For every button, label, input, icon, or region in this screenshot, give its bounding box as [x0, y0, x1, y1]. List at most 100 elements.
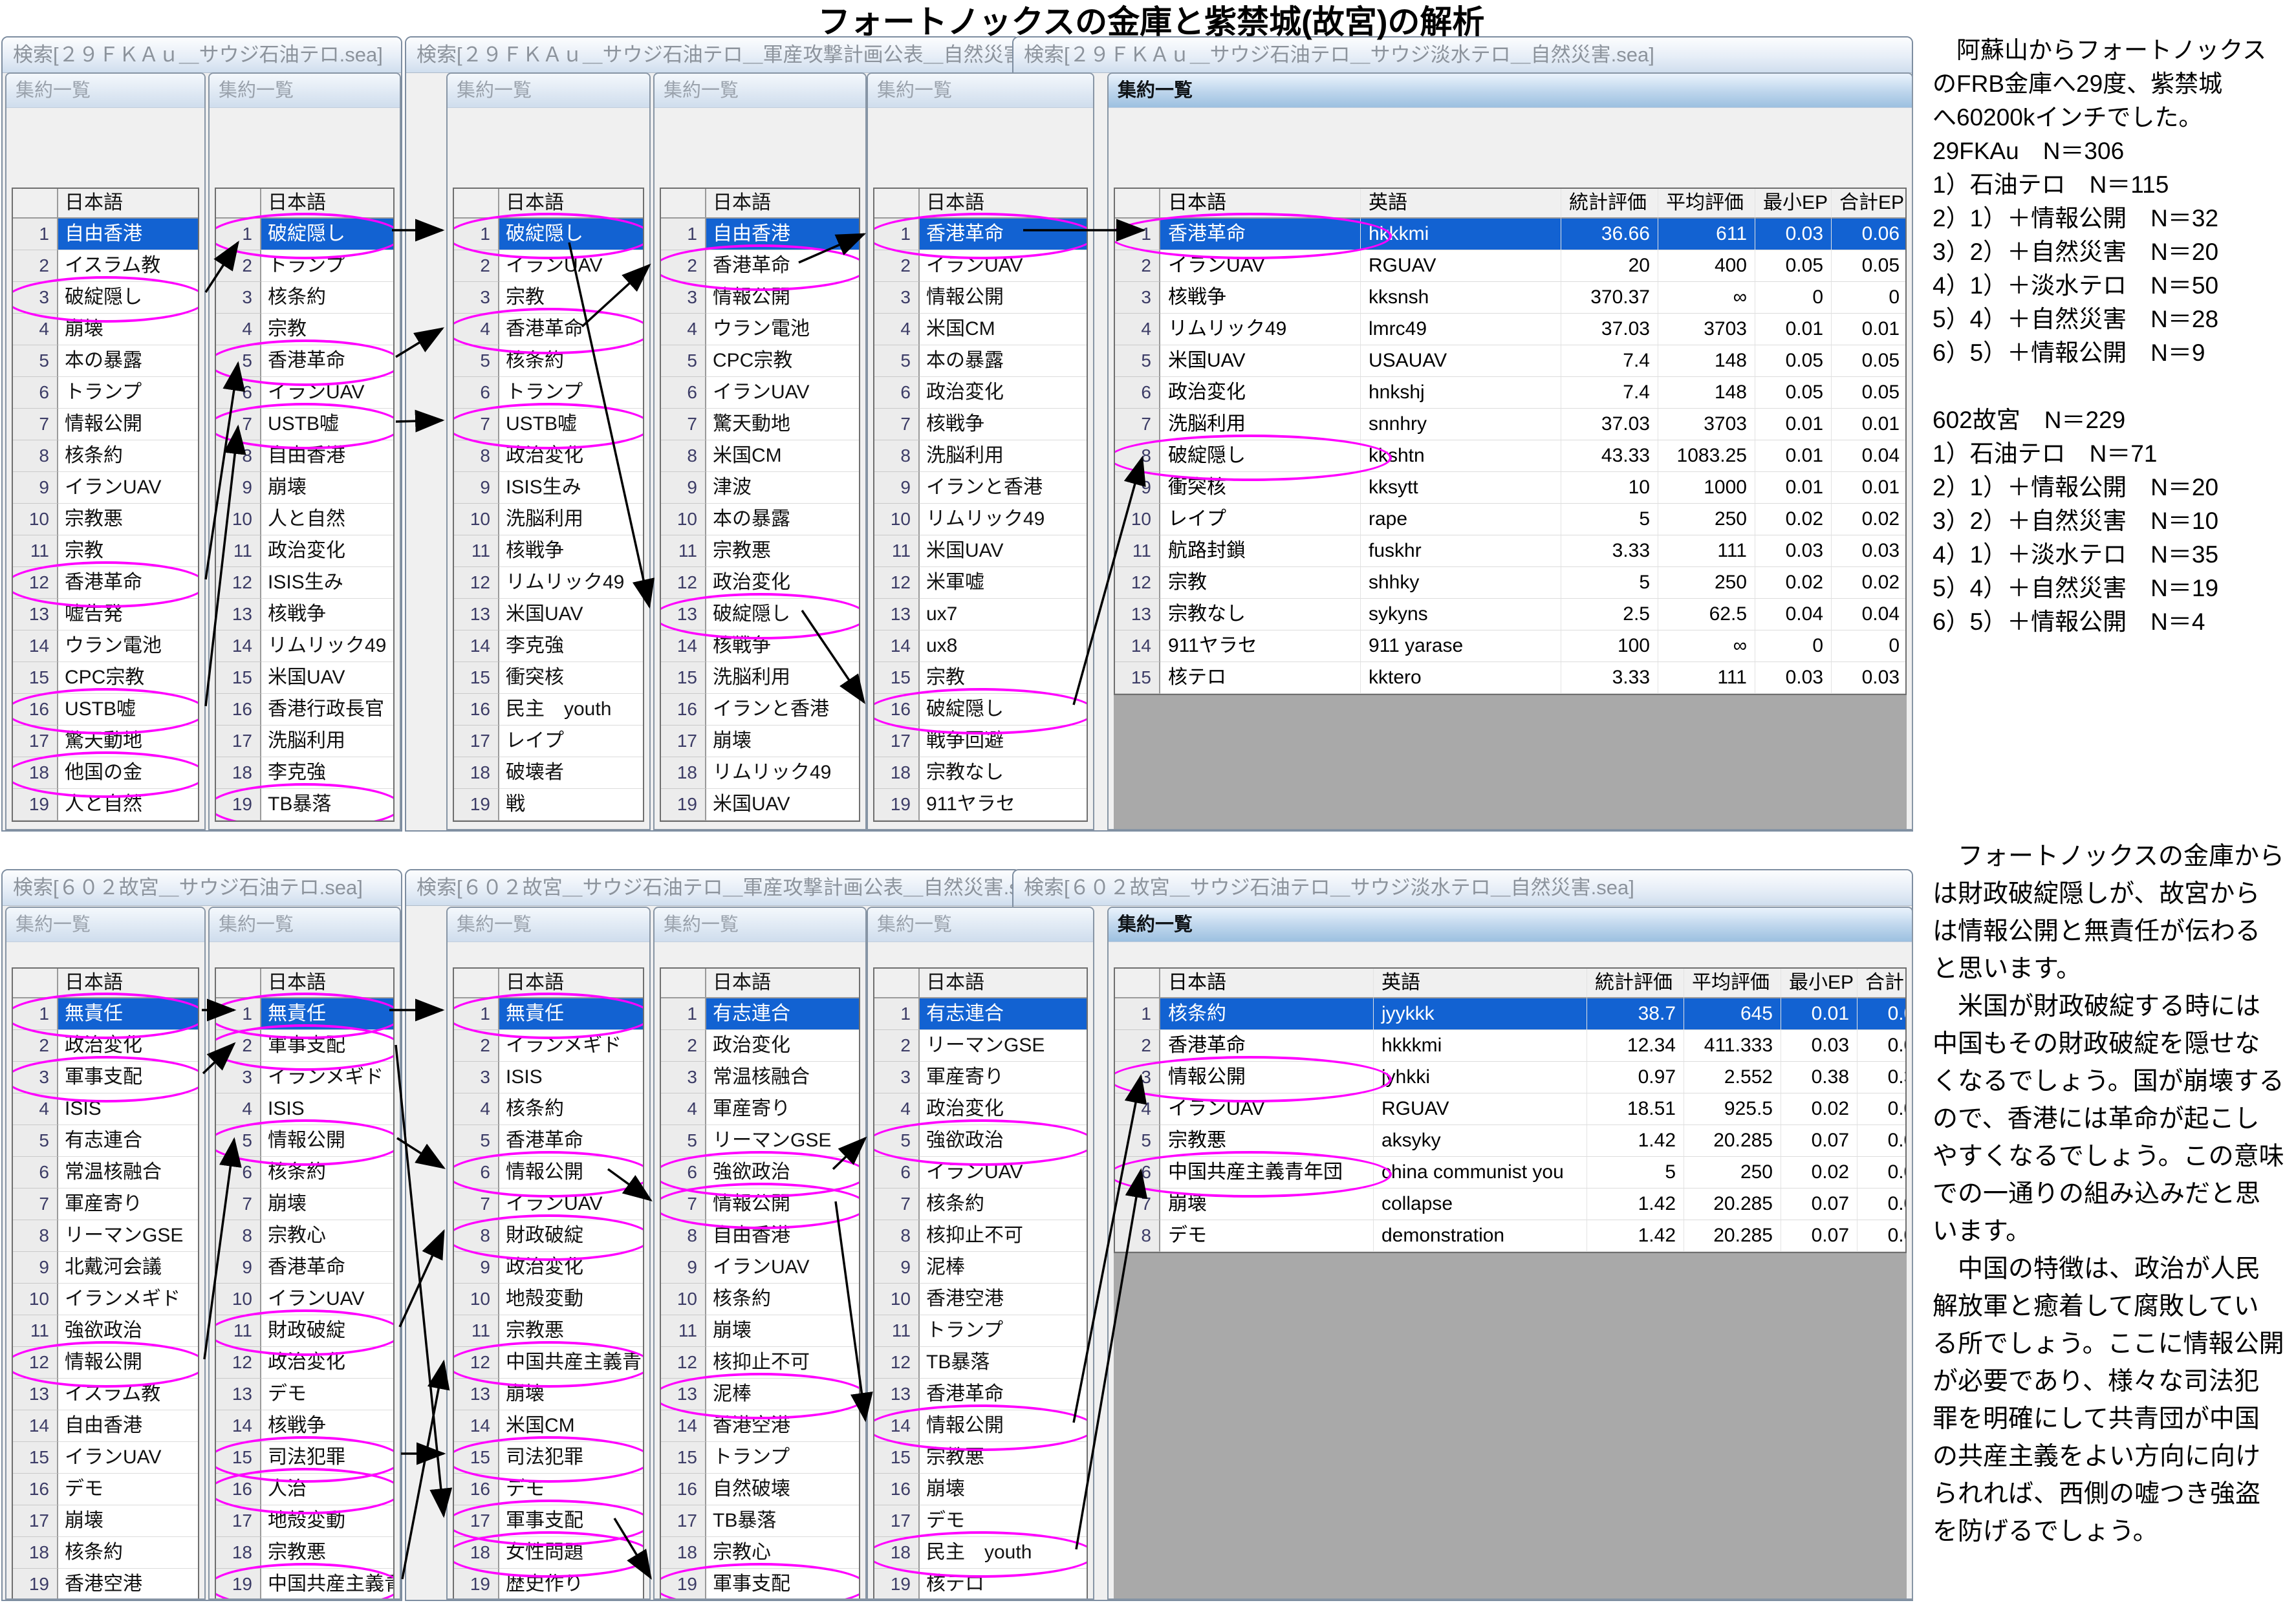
list-item[interactable]: 19軍事支配 — [661, 1569, 859, 1600]
list-item[interactable]: 4政治変化 — [874, 1093, 1087, 1125]
list-item[interactable]: 7USTB嘘 — [454, 409, 643, 440]
list-item[interactable]: 14リムリック49 — [216, 630, 393, 662]
list-item[interactable]: 5本の暴露 — [13, 345, 198, 377]
list-item[interactable]: 3宗教 — [454, 282, 643, 314]
list-item[interactable]: 13核戦争 — [216, 599, 393, 630]
list-item[interactable]: 3情報公開 — [661, 282, 859, 314]
list-item[interactable]: 13破綻隠し — [661, 599, 859, 630]
column-header[interactable]: 日本語 — [1160, 969, 1374, 998]
list-item[interactable]: 4ISIS — [13, 1093, 198, 1125]
list-item[interactable]: 4崩壊 — [13, 314, 198, 345]
list-item[interactable]: 16デモ — [13, 1474, 198, 1505]
list-item[interactable]: 12TB暴落 — [874, 1347, 1087, 1379]
panel-header[interactable]: 集約一覧 — [210, 908, 400, 942]
list-item[interactable]: 10イランメギド — [13, 1284, 198, 1315]
window-titlebar[interactable]: 検索[６０２故宮＿サウジ石油テロ.sea] — [3, 870, 401, 906]
table-row[interactable]: 8破綻隠しkkshtn43.331083.250.010.04 — [1115, 440, 1905, 472]
list-item[interactable]: 18宗教悪 — [216, 1537, 393, 1569]
list-item[interactable]: 5強欲政治 — [874, 1125, 1087, 1157]
column-header[interactable]: 合計EP — [1832, 189, 1907, 219]
panel-header[interactable]: 集約一覧 — [448, 74, 649, 108]
list-item[interactable]: 14ウラン電池 — [13, 630, 198, 662]
list-item[interactable]: 3ISIS — [454, 1062, 643, 1093]
list-item[interactable]: 6トランプ — [454, 377, 643, 409]
list-item[interactable]: 2軍事支配 — [216, 1030, 393, 1062]
list-item[interactable]: 16崩壊 — [874, 1474, 1087, 1505]
list-item[interactable]: 13デモ — [216, 1379, 393, 1410]
list-item[interactable]: 6イランUAV — [216, 377, 393, 409]
list-item[interactable]: 2イランUAV — [874, 250, 1087, 282]
list-item[interactable]: 14核戦争 — [216, 1410, 393, 1442]
list-item[interactable]: 1有志連合 — [874, 998, 1087, 1030]
list-item[interactable]: 14自由香港 — [13, 1410, 198, 1442]
window-titlebar[interactable]: 検索[６０２故宮＿サウジ石油テロ＿サウジ淡水テロ＿自然災害.sea] — [1013, 870, 1912, 906]
list-item[interactable]: 12米軍嘘 — [874, 567, 1087, 599]
list-item[interactable]: 10本の暴露 — [661, 504, 859, 535]
table-row[interactable]: 14911ヤラセ911 yarase100∞00 — [1115, 630, 1905, 662]
list-item[interactable]: 4米国CM — [874, 314, 1087, 345]
japanese-column-header[interactable]: 日本語 — [706, 189, 859, 219]
list-item[interactable]: 9政治変化 — [454, 1252, 643, 1284]
list-item[interactable]: 18宗教なし — [874, 757, 1087, 789]
list-item[interactable]: 15宗教悪 — [874, 1442, 1087, 1474]
list-item[interactable]: 8核条約 — [13, 440, 198, 472]
list-item[interactable]: 10リムリック49 — [874, 504, 1087, 535]
list-item[interactable]: 2リーマンGSE — [874, 1030, 1087, 1062]
list-item[interactable]: 16人治 — [216, 1474, 393, 1505]
list-item[interactable]: 14核戦争 — [661, 630, 859, 662]
list-item[interactable]: 2イランUAV — [454, 250, 643, 282]
list-item[interactable]: 15司法犯罪 — [216, 1442, 393, 1474]
list-item[interactable]: 17TB暴落 — [661, 1505, 859, 1537]
column-header[interactable]: 英語 — [1361, 189, 1561, 219]
list-item[interactable]: 12核抑止不可 — [661, 1347, 859, 1379]
list-item[interactable]: 19人と自然 — [13, 789, 198, 821]
panel-header[interactable]: 集約一覧 — [6, 908, 204, 942]
list-item[interactable]: 16香港行政長官 — [216, 694, 393, 726]
list-item[interactable]: 6強欲政治 — [661, 1157, 859, 1189]
list-item[interactable]: 17軍事支配 — [454, 1505, 643, 1537]
list-item[interactable]: 17デモ — [874, 1505, 1087, 1537]
list-item[interactable]: 14李克強 — [454, 630, 643, 662]
list-item[interactable]: 16自然破壊 — [661, 1474, 859, 1505]
list-item[interactable]: 13嘘告発 — [13, 599, 198, 630]
list-item[interactable]: 11宗教 — [13, 535, 198, 567]
list-item[interactable]: 7情報公開 — [13, 409, 198, 440]
list-item[interactable]: 1香港革命 — [874, 219, 1087, 250]
list-item[interactable]: 7崩壊 — [216, 1189, 393, 1220]
list-item[interactable]: 5核条約 — [454, 345, 643, 377]
list-item[interactable]: 2香港革命 — [661, 250, 859, 282]
list-item[interactable]: 18他国の金 — [13, 757, 198, 789]
japanese-column-header[interactable]: 日本語 — [58, 969, 198, 998]
japanese-column-header[interactable]: 日本語 — [706, 969, 859, 998]
list-item[interactable]: 11崩壊 — [661, 1315, 859, 1347]
list-item[interactable]: 7情報公開 — [661, 1189, 859, 1220]
list-item[interactable]: 4軍産寄り — [661, 1093, 859, 1125]
list-item[interactable]: 1無責任 — [454, 998, 643, 1030]
table-row[interactable]: 5宗教悪aksyky1.4220.2850.070.07 — [1115, 1125, 1905, 1157]
list-item[interactable]: 5本の暴露 — [874, 345, 1087, 377]
table-row[interactable]: 8デモdemonstration1.4220.2850.070.07 — [1115, 1220, 1905, 1252]
list-item[interactable]: 18李克強 — [216, 757, 393, 789]
list-item[interactable]: 17崩壊 — [13, 1505, 198, 1537]
list-item[interactable]: 19歴史作り — [454, 1569, 643, 1600]
list-item[interactable]: 8宗教心 — [216, 1220, 393, 1252]
window-titlebar[interactable]: 検索[２９ＦＫＡｕ＿サウジ石油テロ.sea] — [3, 38, 401, 73]
list-item[interactable]: 3イランメギド — [216, 1062, 393, 1093]
column-header[interactable]: 平均評価 — [1684, 969, 1781, 998]
list-item[interactable]: 18核条約 — [13, 1537, 198, 1569]
list-item[interactable]: 1自由香港 — [13, 219, 198, 250]
list-item[interactable]: 5CPC宗教 — [661, 345, 859, 377]
window-titlebar[interactable]: 検索[２９ＦＫＡｕ＿サウジ石油テロ＿軍産攻撃計画公表＿自然災害.sea] — [406, 38, 1019, 73]
table-row[interactable]: 2香港革命hkkkmi12.34411.3330.030.03 — [1115, 1030, 1905, 1062]
table-row[interactable]: 2イランUAVRGUAV204000.050.05 — [1115, 250, 1905, 282]
list-item[interactable]: 9イランUAV — [661, 1252, 859, 1284]
table-row[interactable]: 7崩壊collapse1.4220.2850.070.07 — [1115, 1189, 1905, 1220]
list-item[interactable]: 2トランプ — [216, 250, 393, 282]
list-item[interactable]: 3常温核融合 — [661, 1062, 859, 1093]
list-item[interactable]: 19戦 — [454, 789, 643, 821]
list-item[interactable]: 5情報公開 — [216, 1125, 393, 1157]
japanese-column-header[interactable]: 日本語 — [261, 189, 393, 219]
list-item[interactable]: 12香港革命 — [13, 567, 198, 599]
list-item[interactable]: 14米国CM — [454, 1410, 643, 1442]
list-item[interactable]: 16USTB嘘 — [13, 694, 198, 726]
